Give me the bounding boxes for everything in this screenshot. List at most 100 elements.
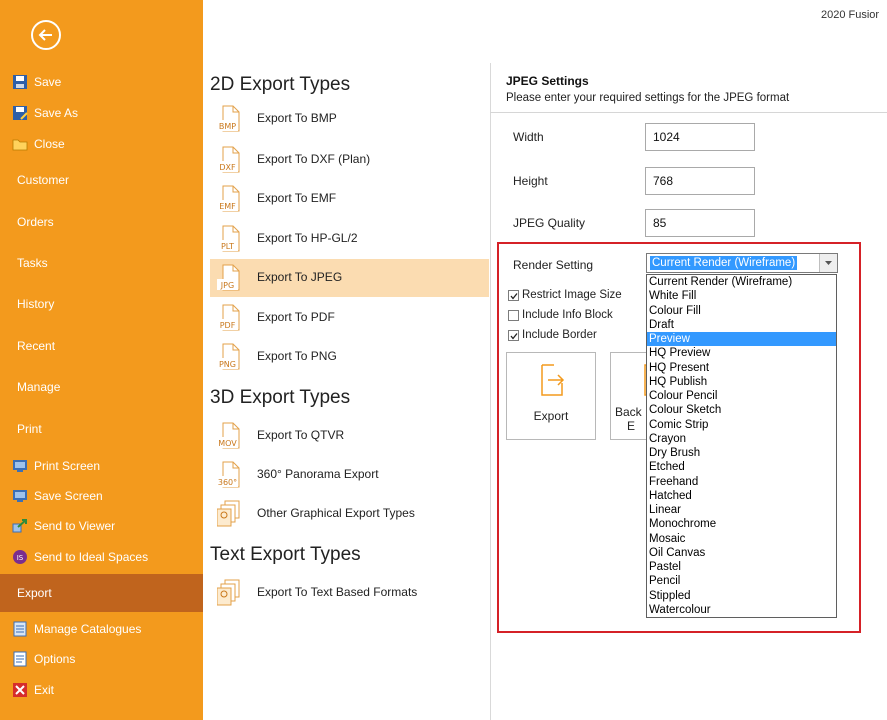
- render-option[interactable]: Draft: [647, 318, 836, 332]
- back-arrow-icon: [38, 29, 52, 41]
- render-option[interactable]: White Fill: [647, 289, 836, 303]
- render-setting-dropdown-list[interactable]: Current Render (Wireframe) White Fill Colo…: [646, 274, 837, 618]
- sidebar-item-label: Manage: [17, 380, 61, 394]
- jpeg-quality-input[interactable]: 85: [645, 209, 755, 237]
- quality-label: JPEG Quality: [513, 216, 586, 230]
- render-option[interactable]: HQ Publish: [647, 375, 836, 389]
- export-type-label: Export To PNG: [257, 349, 337, 363]
- height-input[interactable]: 768: [645, 167, 755, 195]
- render-option[interactable]: Linear: [647, 503, 836, 517]
- save-as-icon: [12, 105, 28, 121]
- sidebar-item-label: Recent: [17, 339, 56, 353]
- sidebar-item-recent[interactable]: Recent: [0, 336, 203, 356]
- render-option[interactable]: Colour Sketch: [647, 403, 836, 417]
- mov-file-icon: MOV: [217, 422, 242, 450]
- sidebar-item-send-to-ideal-spaces[interactable]: IS Send to Ideal Spaces: [0, 547, 203, 567]
- sidebar-item-options[interactable]: Options: [0, 649, 203, 669]
- sidebar-item-label: Orders: [17, 215, 54, 229]
- export-type-360-panorama-export[interactable]: 360° 360° Panorama Export: [210, 456, 489, 494]
- render-option[interactable]: Hatched: [647, 489, 836, 503]
- render-setting-combo[interactable]: Current Render (Wireframe): [646, 253, 838, 273]
- render-option[interactable]: Oil Canvas: [647, 546, 836, 560]
- render-setting-value: Current Render (Wireframe): [650, 256, 798, 270]
- render-option[interactable]: Comic Strip: [647, 418, 836, 432]
- export-type-export-to-jpeg[interactable]: JPG Export To JPEG: [210, 259, 489, 297]
- sidebar-item-history[interactable]: History: [0, 294, 203, 314]
- svg-text:PLT: PLT: [221, 242, 234, 251]
- settings-subtitle: Please enter your required settings for …: [506, 92, 790, 104]
- check-icon: [510, 293, 518, 300]
- render-option[interactable]: Preview: [647, 332, 836, 347]
- exit-icon: [12, 682, 28, 698]
- render-option[interactable]: Dry Brush: [647, 446, 836, 460]
- render-setting-label: Render Setting: [513, 258, 594, 272]
- export-type-export-to-pdf[interactable]: PDF Export To PDF: [210, 299, 489, 337]
- sidebar-item-save-screen[interactable]: Save Screen: [0, 486, 203, 506]
- render-option[interactable]: Watercolour: [647, 603, 836, 617]
- export-type-label: Export To PDF: [257, 310, 335, 324]
- sidebar-item-exit[interactable]: Exit: [0, 680, 203, 700]
- render-option[interactable]: Colour Fill: [647, 304, 836, 318]
- sidebar-item-export[interactable]: Export: [0, 574, 203, 612]
- multi-file-icon: [216, 500, 242, 528]
- sidebar-item-tasks[interactable]: Tasks: [0, 253, 203, 273]
- export-button[interactable]: Export: [506, 352, 596, 440]
- sidebar-item-label: Save: [34, 75, 62, 89]
- export-type-label: Export To QTVR: [257, 428, 345, 442]
- render-option[interactable]: Current Render (Wireframe): [647, 275, 836, 289]
- export-type-export-to-qtvr[interactable]: MOV Export To QTVR: [210, 417, 489, 455]
- sidebar-item-manage[interactable]: Manage: [0, 377, 203, 397]
- render-option[interactable]: Etched: [647, 460, 836, 474]
- emf-file-icon: EMF: [217, 185, 242, 213]
- export-type-label: Export To JPEG: [257, 270, 343, 284]
- png-file-icon: PNG: [217, 343, 242, 371]
- sidebar-item-send-to-viewer[interactable]: Send to Viewer: [0, 516, 203, 536]
- render-option[interactable]: Mosaic: [647, 532, 836, 546]
- dropdown-arrow-button[interactable]: [819, 254, 837, 272]
- export-type-export-to-emf[interactable]: EMF Export To EMF: [210, 180, 489, 218]
- svg-text:DXF: DXF: [219, 163, 236, 172]
- send-to-viewer-icon: [12, 518, 28, 534]
- svg-text:PNG: PNG: [219, 360, 236, 369]
- back-button[interactable]: [31, 20, 61, 50]
- export-type-export-to-bmp[interactable]: BMP Export To BMP: [210, 100, 489, 138]
- settings-title: JPEG Settings: [506, 74, 589, 88]
- render-option[interactable]: Crayon: [647, 432, 836, 446]
- sidebar-item-manage-catalogues[interactable]: Manage Catalogues: [0, 619, 203, 639]
- checkbox-box: [508, 290, 519, 301]
- export-type-export-to-hp-gl-2[interactable]: PLT Export To HP-GL/2: [210, 220, 489, 258]
- render-option[interactable]: Pencil: [647, 574, 836, 588]
- pdf-file-icon: PDF: [217, 304, 242, 332]
- check-icon: [510, 333, 518, 340]
- export-type-export-to-png[interactable]: PNG Export To PNG: [210, 338, 489, 376]
- sidebar-item-print[interactable]: Print: [0, 419, 203, 439]
- sidebar-item-label: Send to Viewer: [34, 519, 116, 533]
- width-input[interactable]: 1024: [645, 123, 755, 151]
- render-option[interactable]: HQ Preview: [647, 346, 836, 360]
- export-type-export-to-text-based-formats[interactable]: Export To Text Based Formats: [210, 574, 489, 612]
- export-type-label: Other Graphical Export Types: [257, 506, 415, 520]
- sidebar-item-print-screen[interactable]: Print Screen: [0, 456, 203, 476]
- multi-file-icon: [216, 579, 242, 607]
- sidebar-item-customer[interactable]: Customer: [0, 170, 203, 190]
- render-option[interactable]: Pastel: [647, 560, 836, 574]
- render-option[interactable]: HQ Present: [647, 361, 836, 375]
- render-option[interactable]: Colour Pencil: [647, 389, 836, 403]
- sidebar-item-save[interactable]: Save: [0, 72, 203, 92]
- export-type-export-to-dxf-plan[interactable]: DXF Export To DXF (Plan): [210, 141, 489, 179]
- app-title-partial: 2020 Fusior: [821, 9, 880, 21]
- sidebar-item-label: Customer: [17, 173, 70, 187]
- sidebar-item-close[interactable]: Close: [0, 134, 203, 154]
- export-type-other-graphical-export-types[interactable]: Other Graphical Export Types: [210, 495, 489, 533]
- sidebar-item-label: Save As: [34, 106, 79, 120]
- section-2d-heading: 2D Export Types: [210, 74, 351, 95]
- render-option[interactable]: Monochrome: [647, 517, 836, 531]
- render-option[interactable]: Freehand: [647, 475, 836, 489]
- render-option[interactable]: Stippled: [647, 589, 836, 603]
- sidebar-item-save-as[interactable]: Save As: [0, 103, 203, 123]
- ideal-spaces-icon: IS: [12, 549, 28, 565]
- save-screen-icon: [12, 488, 28, 504]
- sidebar-item-orders[interactable]: Orders: [0, 212, 203, 232]
- jpg-file-icon: JPG: [217, 264, 242, 292]
- svg-text:PDF: PDF: [220, 321, 236, 330]
